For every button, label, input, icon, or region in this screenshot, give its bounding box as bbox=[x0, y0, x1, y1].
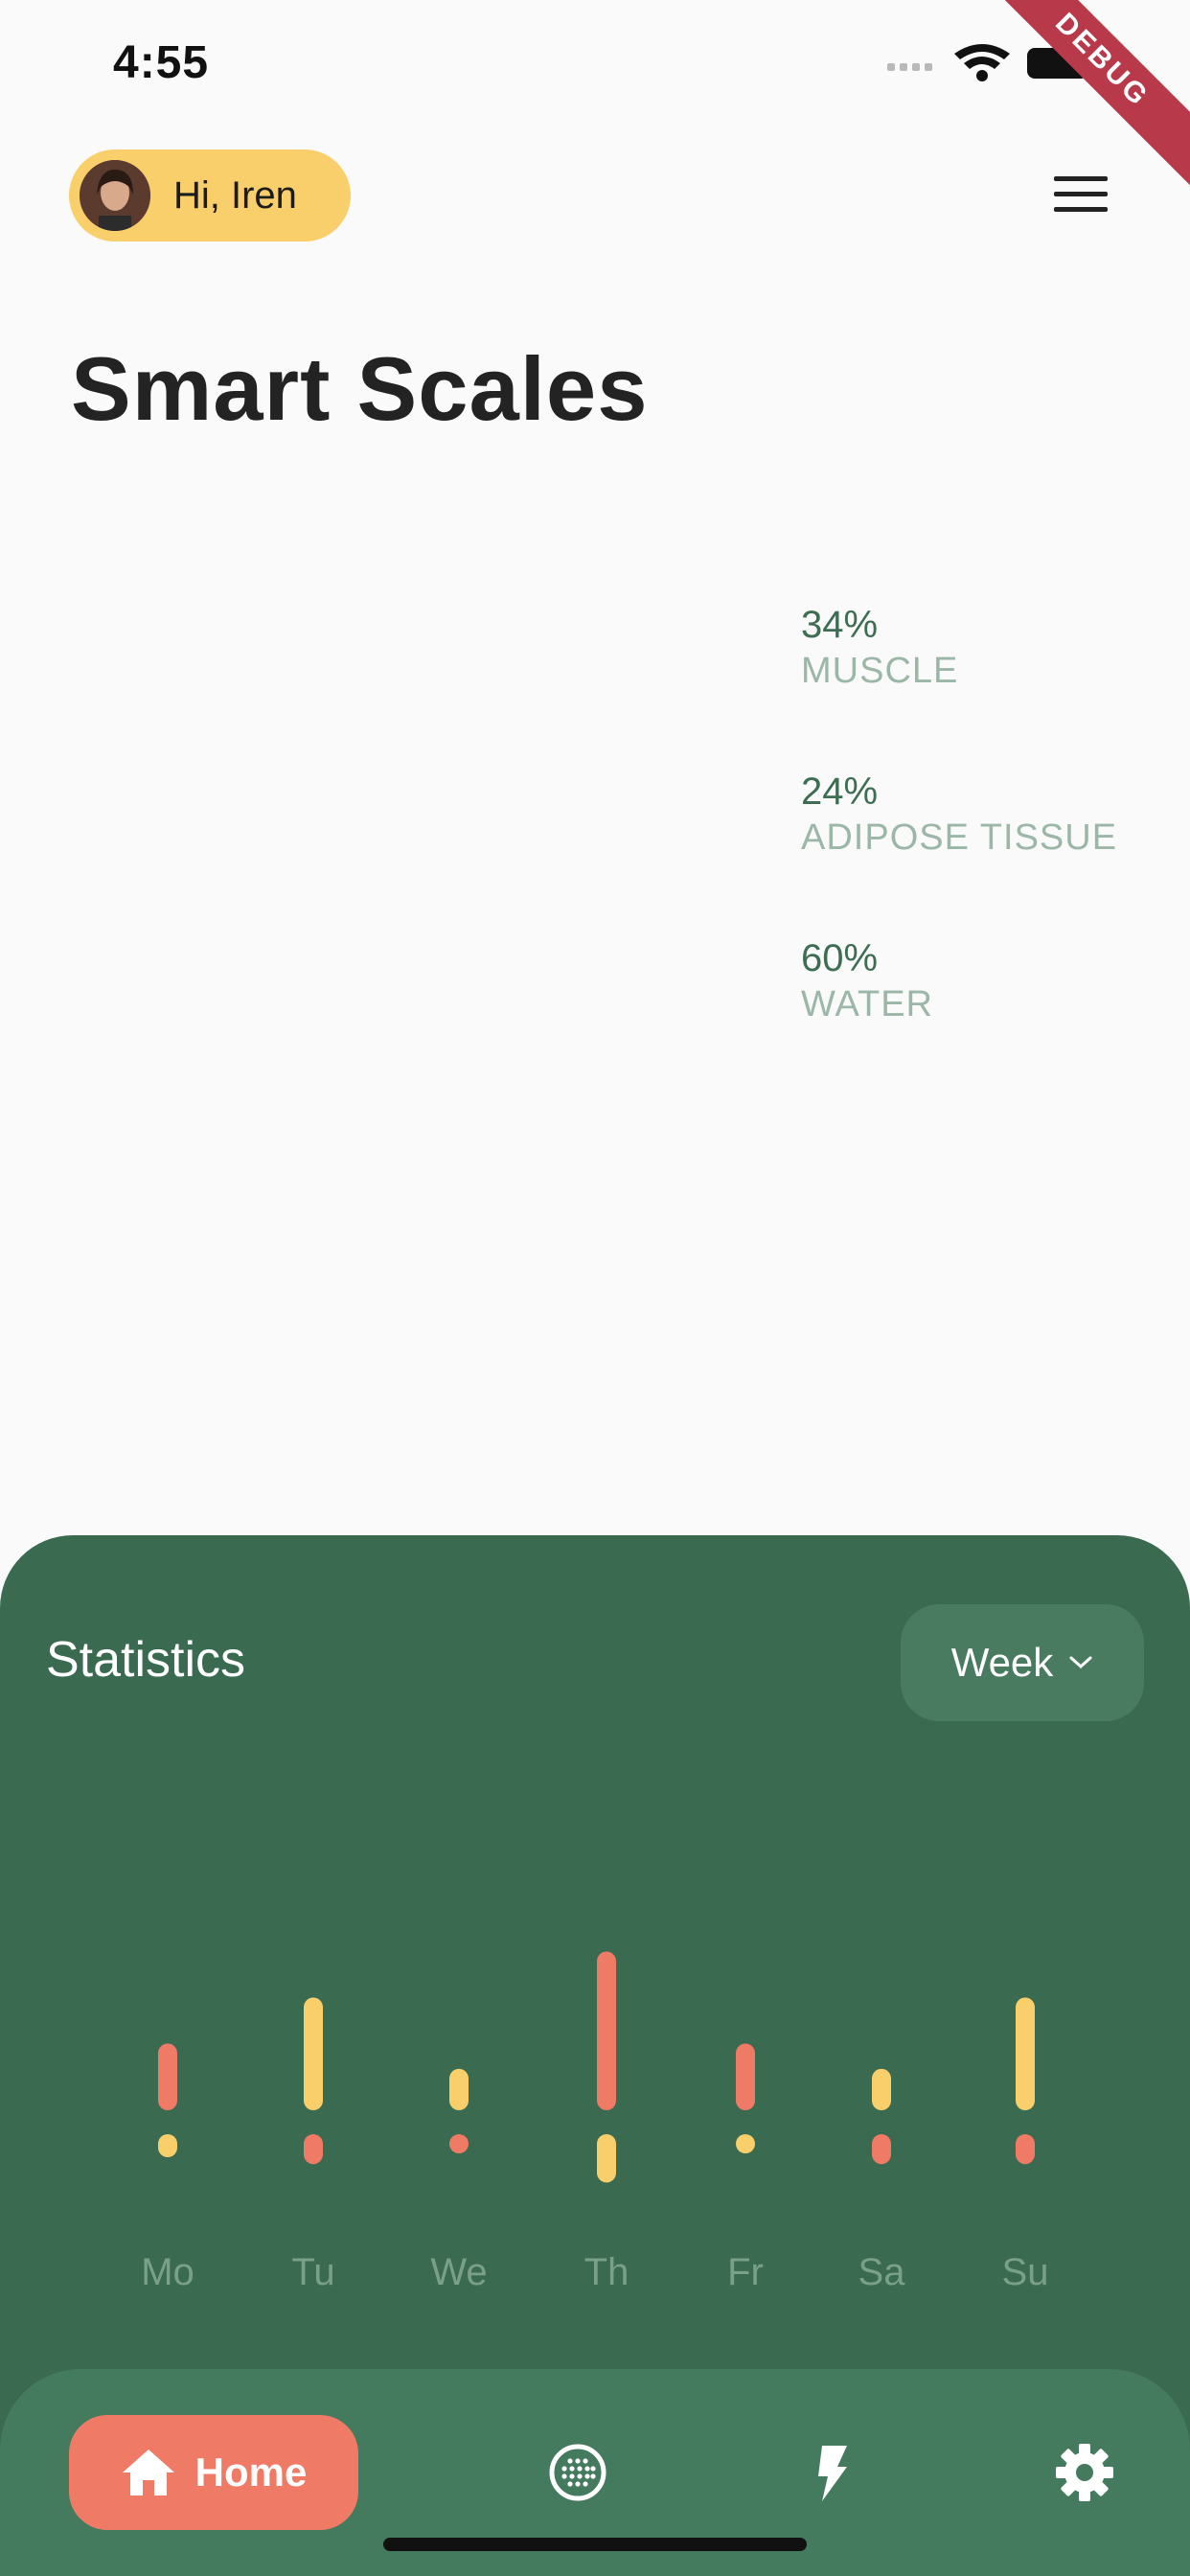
hamburger-menu-icon[interactable] bbox=[1054, 176, 1108, 215]
bar-upper-mo bbox=[158, 2043, 177, 2110]
bar-upper-fr bbox=[736, 2043, 755, 2110]
day-label-su: Su bbox=[1002, 2251, 1049, 2293]
bar-upper-su bbox=[1016, 1997, 1035, 2110]
bar-upper-sa bbox=[872, 2068, 891, 2110]
bar-upper-th bbox=[597, 1951, 616, 2110]
day-label-fr: Fr bbox=[727, 2251, 764, 2293]
bar-upper-tu bbox=[304, 1997, 323, 2110]
profile-chip[interactable]: Hi, Iren bbox=[69, 150, 351, 242]
metric-muscle: 34% MUSCLE bbox=[801, 604, 958, 692]
bar-lower-sa bbox=[872, 2134, 891, 2165]
bolt-icon[interactable] bbox=[797, 2438, 866, 2507]
day-label-sa: Sa bbox=[858, 2251, 906, 2293]
grid-globe-icon[interactable] bbox=[543, 2438, 612, 2507]
metric-label: WATER bbox=[801, 984, 933, 1024]
metric-value: 60% bbox=[801, 937, 879, 979]
metric-value: 24% bbox=[801, 770, 879, 813]
nav-home-label: Home bbox=[195, 2450, 308, 2495]
day-label-we: We bbox=[430, 2251, 487, 2293]
bar-lower-th bbox=[597, 2134, 616, 2183]
home-indicator bbox=[383, 2538, 807, 2551]
avatar bbox=[80, 160, 150, 231]
debug-banner: DEBUG bbox=[961, 0, 1190, 201]
metric-label: MUSCLE bbox=[801, 651, 959, 691]
home-icon bbox=[122, 2450, 174, 2496]
metric-adipose: 24% ADIPOSE TISSUE bbox=[801, 770, 1117, 859]
gear-icon[interactable] bbox=[1050, 2438, 1119, 2507]
status-time: 4:55 bbox=[113, 37, 210, 88]
metric-label: ADIPOSE TISSUE bbox=[801, 817, 1118, 858]
bar-upper-we bbox=[449, 2068, 469, 2110]
nav-home-button[interactable]: Home bbox=[69, 2415, 358, 2530]
bar-lower-fr bbox=[736, 2134, 755, 2153]
greeting-text: Hi, Iren bbox=[173, 173, 297, 217]
page-title: Smart Scales bbox=[71, 338, 649, 439]
bar-lower-tu bbox=[304, 2134, 323, 2165]
metric-value: 34% bbox=[801, 604, 879, 646]
metric-water: 60% WATER bbox=[801, 937, 933, 1025]
statistics-chart: Mo Tu We Th Fr Sa Su bbox=[141, 1951, 1049, 2293]
bar-lower-su bbox=[1016, 2134, 1035, 2165]
wifi-icon bbox=[954, 44, 1010, 81]
bar-lower-mo bbox=[158, 2134, 177, 2157]
day-label-tu: Tu bbox=[291, 2251, 334, 2293]
day-label-mo: Mo bbox=[141, 2251, 195, 2293]
cellular-icon bbox=[887, 63, 932, 71]
day-label-th: Th bbox=[584, 2251, 629, 2293]
bar-lower-we bbox=[449, 2134, 469, 2153]
